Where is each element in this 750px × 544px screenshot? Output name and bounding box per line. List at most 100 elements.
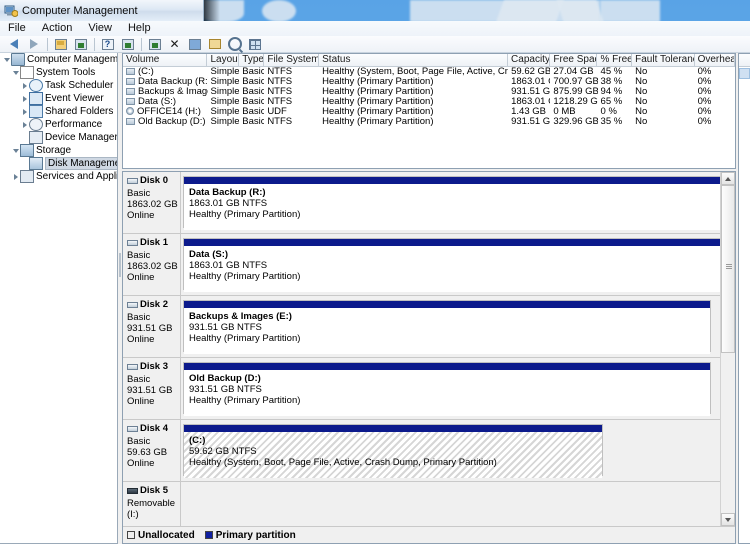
disk-info-disk-2[interactable]: Disk 2 Basic 931.51 GB Online <box>123 296 181 357</box>
tree-item-label: Event Viewer <box>45 93 104 104</box>
partition-block[interactable]: (C:) 59.62 GB NTFS Healthy (System, Boot, … <box>183 424 604 478</box>
cell-overhead: 0% <box>697 107 712 117</box>
new-window-button[interactable] <box>185 36 204 53</box>
tree-item-task-scheduler[interactable]: Task Scheduler <box>0 79 117 92</box>
disk-info-disk-3[interactable]: Disk 3 Basic 931.51 GB Online <box>123 358 181 419</box>
menu-file[interactable]: File <box>6 22 28 35</box>
column-header-file-system[interactable]: File System <box>264 54 320 66</box>
disk-info-line: 1863.02 GB <box>127 199 178 210</box>
tree-expander-closed[interactable] <box>20 94 29 103</box>
volume-list[interactable]: Volume Layout Type File System Status Capacit… <box>122 53 736 169</box>
back-button[interactable] <box>4 36 23 53</box>
cell-layout: Simple <box>210 67 240 77</box>
disk-row[interactable]: Disk 4 Basic 59.63 GB Online (C:) 59.62 GB NT… <box>123 420 722 482</box>
rescan-disks-button[interactable] <box>225 36 244 53</box>
properties-button[interactable] <box>145 36 164 53</box>
open-button[interactable] <box>205 36 224 53</box>
window-titlebar[interactable]: Computer Management <box>0 0 204 21</box>
graphical-disk-view[interactable]: Disk 0 Basic 1863.02 GB Online Data Backup (… <box>122 171 736 544</box>
disk-row[interactable]: Disk 3 Basic 931.51 GB Online Old Backup (D:… <box>123 358 722 420</box>
scroll-up-button[interactable] <box>721 172 735 185</box>
scrollbar-thumb[interactable] <box>721 185 735 353</box>
partition-type-bar <box>184 239 721 246</box>
column-header-capacity[interactable]: Capacity <box>508 54 551 66</box>
tree-expander-open[interactable] <box>2 55 11 64</box>
hard-drive-icon <box>126 87 135 95</box>
disk-row[interactable]: Disk 5Removable (I:)No Media <box>123 482 722 526</box>
console-tree-pane[interactable]: Computer Management (Local) System Tools T… <box>0 53 118 544</box>
menu-view[interactable]: View <box>86 22 114 35</box>
disk-layout-button[interactable] <box>245 36 264 53</box>
cell-capacity: 931.51 GB <box>511 117 551 127</box>
tree-item-label: Performance <box>45 119 103 130</box>
partition-block[interactable]: Old Backup (D:) 931.51 GB NTFS Healthy (Pr… <box>183 362 712 416</box>
graphical-view-scrollbar[interactable] <box>720 172 735 526</box>
hard-drive-icon <box>126 77 135 85</box>
menu-action[interactable]: Action <box>40 22 75 35</box>
actions-pane[interactable] <box>738 53 750 544</box>
disk-row[interactable]: Disk 1 Basic 1863.02 GB Online Data (S:) 1863… <box>123 234 722 296</box>
column-header-free-space[interactable]: Free Space <box>550 54 598 66</box>
tree-item-event-viewer[interactable]: Event Viewer <box>0 92 117 105</box>
tree-item-label: Disk Management <box>45 157 117 170</box>
console-tree-icon <box>74 38 87 50</box>
question-mark-icon: ? <box>101 38 114 50</box>
cell-overhead: 0% <box>697 77 712 87</box>
scroll-down-button[interactable] <box>721 513 735 526</box>
help-button[interactable]: ? <box>98 36 117 53</box>
table-row[interactable]: OFFICE14 (H:) Simple Basic UDF Healthy (Prim… <box>123 107 735 117</box>
partition-block[interactable]: Data (S:) 1863.01 GB NTFS Healthy (Primary… <box>183 238 722 292</box>
table-row[interactable]: Data (S:) Simple Basic NTFS Healthy (Primary… <box>123 97 735 107</box>
performance-icon <box>29 118 43 131</box>
cell-volume: Data (S:) <box>123 97 208 107</box>
column-header-free[interactable]: % Free <box>597 54 633 66</box>
partition-block[interactable]: Data Backup (R:) 1863.01 GB NTFS Healthy (… <box>183 176 722 230</box>
tree-expander-open[interactable] <box>11 68 20 77</box>
chevron-down-icon <box>12 70 19 75</box>
tree-item-system-tools[interactable]: System Tools <box>0 66 117 79</box>
actions-pane-item[interactable] <box>739 68 750 79</box>
column-header-status[interactable]: Status <box>319 54 509 66</box>
tree-expander-closed[interactable] <box>11 172 20 181</box>
tree-item-performance[interactable]: Performance <box>0 118 117 131</box>
show-action-pane-button[interactable] <box>118 36 137 53</box>
tree-item-device-manager[interactable]: Device Manager <box>0 131 117 144</box>
tree-expander-open[interactable] <box>11 146 20 155</box>
table-row[interactable]: Data Backup (R:) Simple Basic NTFS Healthy (… <box>123 77 735 87</box>
forward-button[interactable] <box>24 36 43 53</box>
cell-overhead: 0% <box>697 87 712 97</box>
tree-expander-closed[interactable] <box>20 107 29 116</box>
cell-volume-label: OFFICE14 (H:) <box>137 107 201 117</box>
column-header-volume[interactable]: Volume <box>123 54 208 66</box>
partition-block[interactable]: Backups & Images (E:) 931.51 GB NTFS Healt… <box>183 300 712 354</box>
tree-item-storage[interactable]: Storage <box>0 144 117 157</box>
tree-expander-closed[interactable] <box>20 81 29 90</box>
tree-expander-closed[interactable] <box>20 120 29 129</box>
column-header-overhead[interactable]: Overhead <box>695 54 735 66</box>
column-header-layout[interactable]: Layout <box>207 54 240 66</box>
partition-label: Backups & Images (E:) <box>189 311 292 322</box>
up-one-level-button[interactable] <box>51 36 70 53</box>
disk-info-disk-1[interactable]: Disk 1 Basic 1863.02 GB Online <box>123 234 181 295</box>
cell-volume: (C:) <box>123 67 208 77</box>
tree-item-services-and-applications[interactable]: Services and Applications <box>0 170 117 183</box>
table-row[interactable]: Old Backup (D:) Simple Basic NTFS Healthy (P… <box>123 117 735 127</box>
show-hide-tree-button[interactable] <box>71 36 90 53</box>
column-header-fault-tolerance[interactable]: Fault Tolerance <box>632 54 695 66</box>
disk-info-disk-4[interactable]: Disk 4 Basic 59.63 GB Online <box>123 420 181 481</box>
table-row[interactable]: Backups & Images (E:)SimpleBasicNTFS Heal… <box>123 87 735 97</box>
disk-row[interactable]: Disk 0 Basic 1863.02 GB Online Data Backup (… <box>123 172 722 234</box>
tree-item-computer-management-local[interactable]: Computer Management (Local) <box>0 53 117 66</box>
tree-item-shared-folders[interactable]: Shared Folders <box>0 105 117 118</box>
cell-capacity: 1863.01 GB <box>511 77 550 87</box>
volume-list-body[interactable]: (C:) Simple Basic NTFS Healthy (System, Boot… <box>123 67 735 127</box>
column-header-type[interactable]: Type <box>239 54 265 66</box>
disk-info-disk-5[interactable]: Disk 5Removable (I:)No Media <box>123 482 181 526</box>
menu-help[interactable]: Help <box>126 22 153 35</box>
delete-button[interactable]: ✕ <box>165 36 184 53</box>
disk-info-disk-0[interactable]: Disk 0 Basic 1863.02 GB Online <box>123 172 181 233</box>
disk-row[interactable]: Disk 2 Basic 931.51 GB Online Backups & Imag… <box>123 296 722 358</box>
tree-item-disk-management[interactable]: Disk Management <box>0 157 117 170</box>
partition-size: 1863.01 GB NTFS <box>189 198 268 209</box>
table-row[interactable]: (C:) Simple Basic NTFS Healthy (System, Boot… <box>123 67 735 77</box>
